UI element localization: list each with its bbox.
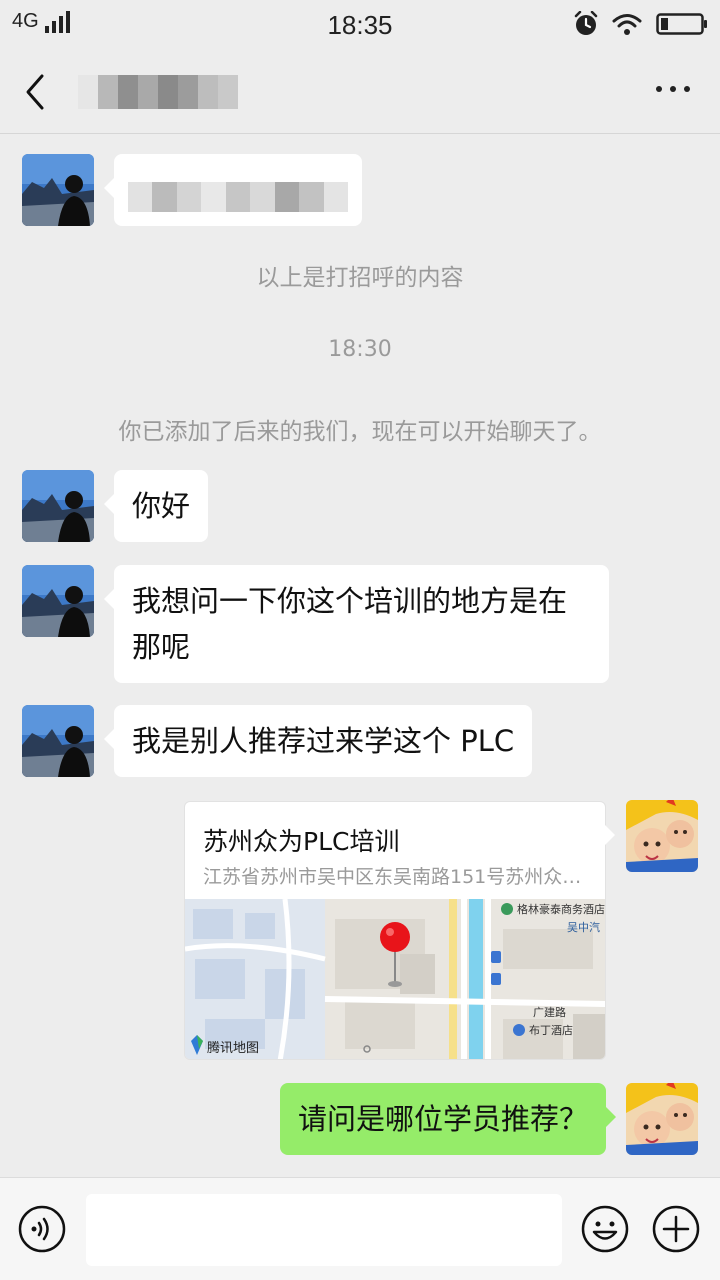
location-name: 苏州众为PLC培训 — [203, 827, 400, 856]
plus-icon[interactable] — [652, 1205, 700, 1253]
map-provider: 腾讯地图 — [207, 1040, 259, 1056]
contact-name-blurred — [78, 75, 238, 109]
map-label-hotel: 格林豪泰商务酒店 — [517, 902, 605, 916]
more-dots-icon[interactable] — [656, 86, 690, 92]
map-label-inn: 布丁酒店 — [529, 1023, 573, 1037]
chat-header — [0, 50, 720, 134]
contact-avatar[interactable] — [22, 470, 94, 542]
my-avatar[interactable] — [626, 800, 698, 872]
contact-avatar[interactable] — [22, 565, 94, 637]
location-card[interactable]: 苏州众为PLC培训 江苏省苏州市吴中区东吴南路151号苏州众为PLC培训 格林豪… — [184, 801, 606, 1060]
friend-added-notice: 你已添加了后来的我们，现在可以开始聊天了。 — [118, 419, 602, 445]
map-label-street: 广建路 — [533, 1005, 566, 1019]
alarm-icon — [574, 11, 598, 35]
emoji-icon[interactable] — [581, 1205, 629, 1253]
location-address: 江苏省苏州市吴中区东吴南路151号苏州众为PLC培训 — [203, 866, 583, 888]
message-bubble-incoming[interactable]: 我想问一下你这个培训的地方是在那呢 — [104, 565, 609, 683]
location-map[interactable]: 格林豪泰商务酒店 吴中汽 广建路 布丁酒店 腾讯地图 — [185, 899, 606, 1060]
message-bubble-incoming[interactable]: 你好 — [103, 470, 209, 542]
status-right — [574, 11, 708, 37]
my-avatar[interactable] — [626, 1083, 698, 1155]
blurred-greeting-bubble[interactable] — [104, 154, 362, 226]
wifi-icon — [612, 14, 642, 35]
chat-timestamp: 18:30 — [328, 337, 392, 362]
map-label-road: 吴中汽 — [567, 920, 600, 934]
chevron-left-icon[interactable] — [18, 72, 54, 112]
blurred-text — [128, 182, 348, 212]
contact-avatar[interactable] — [22, 154, 94, 226]
voice-icon[interactable] — [18, 1205, 66, 1253]
input-bar — [0, 1177, 720, 1280]
message-input[interactable] — [86, 1194, 562, 1266]
contact-avatar[interactable] — [22, 705, 94, 777]
status-bar: 4G 18:35 — [0, 0, 720, 50]
battery-icon — [656, 13, 707, 35]
message-bubble-incoming[interactable]: 我是别人推荐过来学这个 PLC — [103, 705, 533, 777]
greeting-notice: 以上是打招呼的内容 — [256, 265, 464, 291]
message-bubble-outgoing[interactable]: 请问是哪位学员推荐？ — [279, 1083, 617, 1155]
header-divider — [0, 133, 720, 134]
location-card-tail — [605, 825, 615, 845]
